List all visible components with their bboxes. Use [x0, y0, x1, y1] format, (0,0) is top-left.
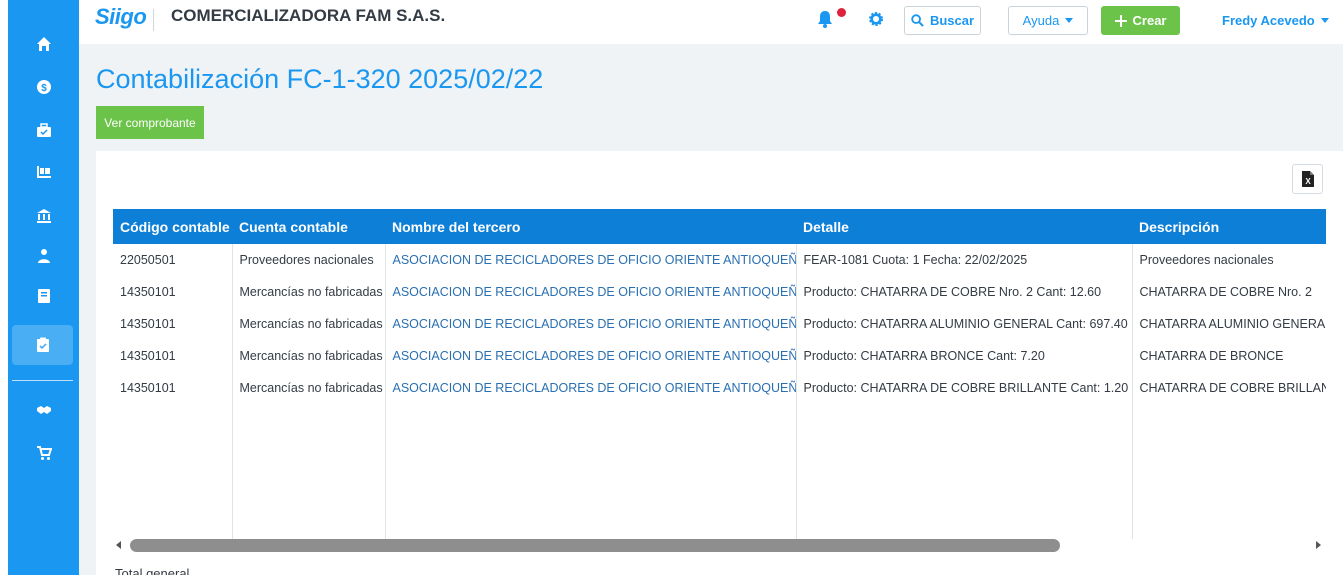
create-button-label: Crear — [1132, 13, 1167, 28]
siigo-logo[interactable]: Siigo — [95, 4, 147, 30]
table-row: 22050501 Proveedores nacionales ASOCIACI… — [113, 244, 1326, 276]
description-cell: CHATARRA ALUMINIO GENERAL — [1139, 317, 1327, 331]
sidebar: $ — [8, 0, 79, 575]
notification-dot — [837, 8, 846, 17]
view-voucher-button[interactable]: Ver comprobante — [96, 106, 204, 139]
empty-cell — [385, 404, 797, 539]
table-row: 14350101 Mercancías no fabricadas ASOCIA… — [113, 308, 1326, 340]
column-header[interactable]: Cuenta contable — [232, 209, 385, 244]
accounting-table-wrapper: Código contable Cuenta contable Nombre d… — [113, 209, 1326, 539]
svg-text:$: $ — [41, 83, 47, 94]
accounting-card: X Código contable Cuenta contable Nombre… — [96, 151, 1343, 575]
account-name-cell: Mercancías no fabricadas — [232, 340, 386, 372]
user-menu[interactable]: Fredy Acevedo — [1222, 13, 1329, 28]
user-tie-icon[interactable] — [8, 236, 79, 276]
dollar-coin-icon[interactable]: $ — [8, 67, 79, 107]
description-cell: CHATARRA DE COBRE Nro. 2 — [1139, 285, 1313, 299]
clipboard-check-icon[interactable] — [12, 325, 73, 365]
account-name-cell: Mercancías no fabricadas — [232, 276, 386, 308]
home-icon[interactable] — [8, 24, 79, 64]
search-icon — [911, 14, 924, 27]
table-row: 14350101 Mercancías no fabricadas ASOCIA… — [113, 372, 1326, 404]
search-button-label: Buscar — [929, 13, 975, 28]
detail-cell: Producto: CHATARRA ALUMINIO GENERAL Cant… — [796, 308, 1133, 340]
scroll-right-arrow-icon[interactable] — [1316, 541, 1321, 549]
account-code-cell: 14350101 — [113, 308, 233, 340]
scroll-left-arrow-icon[interactable] — [116, 541, 121, 549]
chevron-down-icon — [1320, 18, 1329, 23]
inventory-cart-icon[interactable] — [8, 152, 79, 192]
column-header[interactable]: Código contable — [113, 209, 232, 244]
table-filler-row — [113, 404, 1326, 539]
chevron-down-icon — [1065, 18, 1074, 23]
gear-icon[interactable] — [869, 12, 883, 26]
help-dropdown[interactable]: Ayuda — [1008, 6, 1088, 35]
detail-cell: Producto: CHATARRA DE COBRE Nro. 2 Cant:… — [796, 276, 1133, 308]
excel-file-icon: X — [1301, 171, 1314, 187]
third-party-link[interactable]: ASOCIACION DE RECICLADORES DE OFICIO ORI… — [385, 244, 797, 276]
table-header-row: Código contable Cuenta contable Nombre d… — [113, 209, 1326, 244]
third-party-link[interactable]: ASOCIACION DE RECICLADORES DE OFICIO ORI… — [385, 276, 797, 308]
account-code-cell: 14350101 — [113, 372, 233, 404]
description-cell: CHATARRA DE COBRE BRILLANTE — [1139, 381, 1327, 395]
account-name-cell: Mercancías no fabricadas — [232, 308, 386, 340]
account-code-cell: 22050501 — [113, 244, 233, 276]
third-party-link[interactable]: ASOCIACION DE RECICLADORES DE OFICIO ORI… — [385, 372, 797, 404]
description-cell: Proveedores nacionales — [1139, 253, 1274, 267]
plus-icon — [1114, 14, 1127, 27]
empty-cell — [113, 404, 233, 539]
bell-icon[interactable] — [817, 10, 833, 28]
user-name: Fredy Acevedo — [1222, 13, 1315, 28]
account-name-cell: Mercancías no fabricadas — [232, 372, 386, 404]
shopping-cart-icon[interactable] — [8, 433, 79, 473]
third-party-link[interactable]: ASOCIACION DE RECICLADORES DE OFICIO ORI… — [385, 308, 797, 340]
table-row: 14350101 Mercancías no fabricadas ASOCIA… — [113, 276, 1326, 308]
scrollbar-thumb[interactable] — [130, 539, 1060, 552]
company-name: COMERCIALIZADORA FAM S.A.S. — [171, 6, 446, 25]
detail-cell: Producto: CHATARRA BRONCE Cant: 7.20 — [796, 340, 1133, 372]
create-button[interactable]: Crear — [1101, 6, 1180, 35]
column-header[interactable]: Descripción — [1132, 209, 1326, 244]
account-code-cell: 14350101 — [113, 340, 233, 372]
empty-cell — [796, 404, 1133, 539]
briefcase-check-icon[interactable] — [8, 110, 79, 150]
svg-text:X: X — [1305, 177, 1311, 186]
total-label: Total general — [115, 566, 190, 575]
account-code-cell: 14350101 — [113, 276, 233, 308]
export-excel-button[interactable]: X — [1292, 164, 1323, 194]
account-name-cell: Proveedores nacionales — [232, 244, 386, 276]
book-icon[interactable] — [8, 276, 79, 316]
sidebar-divider — [12, 380, 73, 381]
bank-icon[interactable] — [8, 196, 79, 236]
logo-separator — [153, 9, 154, 31]
page-title: Contabilización FC-1-320 2025/02/22 — [96, 64, 544, 94]
handshake-icon[interactable] — [8, 390, 79, 430]
column-header[interactable]: Detalle — [796, 209, 1132, 244]
top-bar: Siigo COMERCIALIZADORA FAM S.A.S. Buscar… — [79, 0, 1343, 44]
third-party-link[interactable]: ASOCIACION DE RECICLADORES DE OFICIO ORI… — [385, 340, 797, 372]
detail-cell: Producto: CHATARRA DE COBRE BRILLANTE Ca… — [796, 372, 1133, 404]
accounting-table: Código contable Cuenta contable Nombre d… — [113, 209, 1326, 539]
main-content: Contabilización FC-1-320 2025/02/22 Ver … — [79, 44, 1343, 575]
detail-cell: FEAR-1081 Cuota: 1 Fecha: 22/02/2025 — [796, 244, 1133, 276]
empty-cell — [232, 404, 386, 539]
table-row: 14350101 Mercancías no fabricadas ASOCIA… — [113, 340, 1326, 372]
description-cell: CHATARRA DE BRONCE — [1139, 349, 1284, 363]
empty-cell — [1132, 404, 1326, 539]
horizontal-scrollbar[interactable] — [113, 537, 1326, 553]
help-label: Ayuda — [1022, 13, 1060, 28]
column-header[interactable]: Nombre del tercero — [385, 209, 796, 244]
search-button[interactable]: Buscar — [904, 6, 981, 35]
